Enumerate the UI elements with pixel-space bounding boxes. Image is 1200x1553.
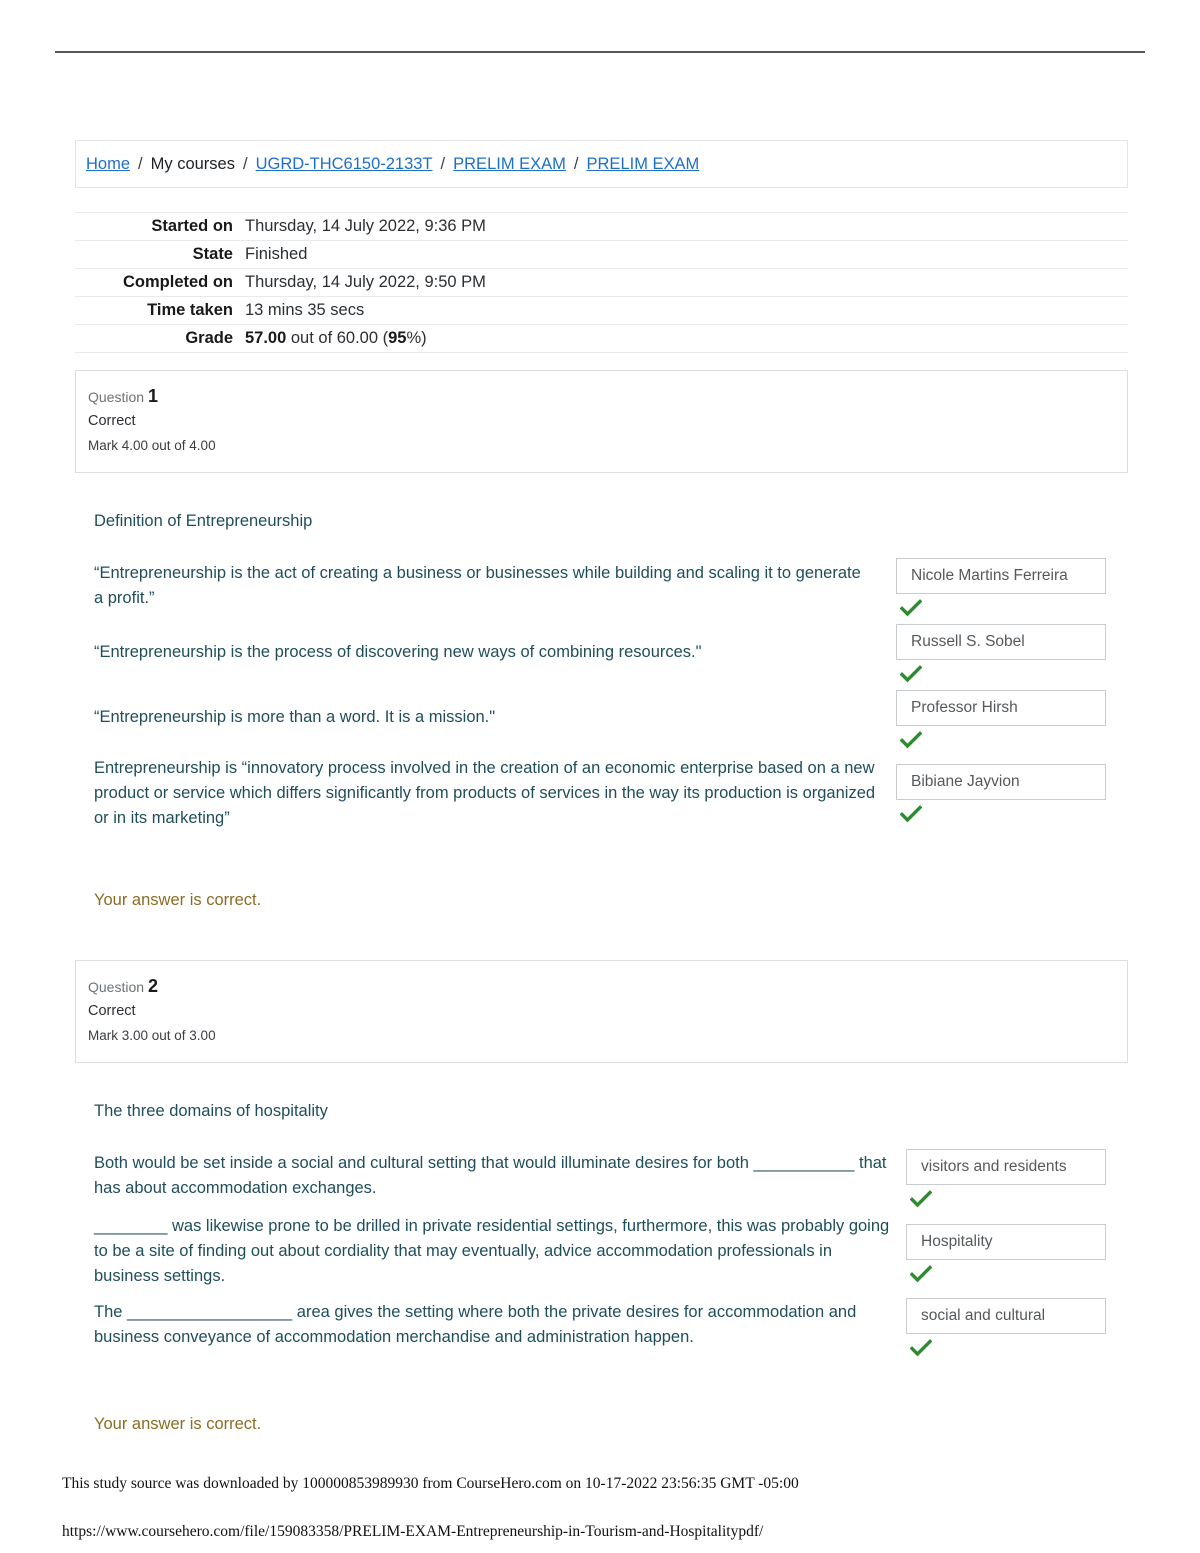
- question-1-feedback: Your answer is correct.: [94, 891, 262, 909]
- question-2-answer-slot-3: social and cultural: [906, 1298, 1106, 1357]
- correct-check-icon: [900, 805, 922, 823]
- summary-label-grade: Grade: [75, 324, 245, 353]
- question-1-statement-2: “Entrepreneurship is the process of disc…: [94, 643, 702, 661]
- table-row: Started on Thursday, 14 July 2022, 9:36 …: [75, 212, 1128, 241]
- breadcrumb-item-activity[interactable]: PRELIM EXAM: [453, 154, 566, 174]
- question-number-value: 1: [147, 386, 158, 406]
- correct-check-icon: [900, 599, 922, 617]
- table-row: Time taken 13 mins 35 secs: [75, 296, 1128, 325]
- download-notice: This study source was downloaded by 1000…: [62, 1475, 799, 1492]
- question-1-answer-slot-1: Nicole Martins Ferreira: [896, 558, 1106, 617]
- question-2-answer-select-1[interactable]: visitors and residents: [906, 1149, 1106, 1185]
- summary-value-time-taken: 13 mins 35 secs: [245, 296, 1128, 325]
- question-1-statement-4: Entrepreneurship is “innovatory process …: [94, 759, 876, 827]
- correct-check-icon: [900, 665, 922, 683]
- attempt-summary-table: Started on Thursday, 14 July 2022, 9:36 …: [75, 212, 1128, 353]
- breadcrumb: Home / My courses / UGRD-THC6150-2133T /…: [75, 140, 1128, 188]
- question-2-statement-2: ________ was likewise prone to be drille…: [94, 1217, 890, 1285]
- question-1-answer-slot-2: Russell S. Sobel: [896, 624, 1106, 683]
- question-2-state: Correct: [88, 1003, 136, 1019]
- summary-label-started-on: Started on: [75, 212, 245, 241]
- summary-value-completed-on: Thursday, 14 July 2022, 9:50 PM: [245, 268, 1128, 297]
- table-row: Grade 57.00 out of 60.00 (95%): [75, 324, 1128, 353]
- question-1-mark: Mark 4.00 out of 4.00: [88, 438, 216, 453]
- question-2-header: Question 2 Correct Mark 3.00 out of 3.00: [75, 960, 1128, 1063]
- question-1-statement-1: “Entrepreneurship is the act of creating…: [94, 564, 861, 607]
- summary-label-completed-on: Completed on: [75, 268, 245, 297]
- question-1-statement-3: “Entrepreneurship is more than a word. I…: [94, 708, 496, 726]
- correct-check-icon: [910, 1339, 932, 1357]
- question-2-answer-slot-2: Hospitality: [906, 1224, 1106, 1283]
- question-1-answer-select-2[interactable]: Russell S. Sobel: [896, 624, 1106, 660]
- question-1-answer-slot-3: Professor Hirsh: [896, 690, 1106, 749]
- source-url: https://www.coursehero.com/file/15908335…: [62, 1523, 764, 1540]
- question-2-mark: Mark 3.00 out of 3.00: [88, 1028, 216, 1043]
- summary-label-state: State: [75, 240, 245, 269]
- summary-value-started-on: Thursday, 14 July 2022, 9:36 PM: [245, 212, 1128, 241]
- question-1-answer-select-3[interactable]: Professor Hirsh: [896, 690, 1106, 726]
- question-1-body: Definition of Entrepreneurship: [94, 510, 884, 532]
- summary-label-time-taken: Time taken: [75, 296, 245, 325]
- breadcrumb-separator: /: [138, 154, 143, 173]
- breadcrumb-separator: /: [573, 154, 579, 173]
- question-2-statement-1: Both would be set inside a social and cu…: [94, 1154, 887, 1197]
- question-2-statement-3: The __________________ area gives the se…: [94, 1303, 857, 1346]
- page-top-divider: [55, 51, 1145, 53]
- grade-tail: %): [406, 329, 427, 347]
- breadcrumb-separator: /: [242, 154, 248, 173]
- breadcrumb-item-my-courses: My courses: [150, 155, 235, 173]
- question-number-label: Question: [88, 979, 145, 995]
- correct-check-icon: [910, 1265, 932, 1283]
- question-1-header: Question 1 Correct Mark 4.00 out of 4.00: [75, 370, 1128, 473]
- breadcrumb-item-attempt[interactable]: PRELIM EXAM: [587, 154, 700, 174]
- question-2-body: The three domains of hospitality: [94, 1100, 884, 1122]
- correct-check-icon: [910, 1190, 932, 1208]
- breadcrumb-item-course[interactable]: UGRD-THC6150-2133T: [256, 154, 433, 174]
- grade-score: 57.00: [245, 329, 287, 347]
- table-row: State Finished: [75, 240, 1128, 269]
- question-1-answer-select-1[interactable]: Nicole Martins Ferreira: [896, 558, 1106, 594]
- breadcrumb-item-home[interactable]: Home: [86, 154, 130, 174]
- summary-value-state: Finished: [245, 240, 1128, 269]
- question-1-state: Correct: [88, 413, 136, 429]
- correct-check-icon: [900, 731, 922, 749]
- breadcrumb-separator: /: [440, 154, 446, 173]
- question-number-value: 2: [147, 976, 158, 996]
- question-1-number: Question 1: [88, 385, 1127, 408]
- question-2-answer-select-2[interactable]: Hospitality: [906, 1224, 1106, 1260]
- question-2-feedback: Your answer is correct.: [94, 1415, 262, 1433]
- question-1-answer-slot-4: Bibiane Jayvion: [896, 764, 1106, 823]
- question-2-answer-select-3[interactable]: social and cultural: [906, 1298, 1106, 1334]
- grade-percent: 95: [388, 329, 407, 347]
- question-1-title: Definition of Entrepreneurship: [94, 512, 313, 530]
- question-2-title: The three domains of hospitality: [94, 1102, 328, 1120]
- grade-middle: out of 60.00 (: [286, 329, 389, 347]
- question-1-answer-select-4[interactable]: Bibiane Jayvion: [896, 764, 1106, 800]
- summary-value-grade: 57.00 out of 60.00 (95%): [245, 324, 1128, 353]
- question-2-answer-slot-1: visitors and residents: [906, 1149, 1106, 1208]
- table-row: Completed on Thursday, 14 July 2022, 9:5…: [75, 268, 1128, 297]
- question-number-label: Question: [88, 389, 145, 405]
- question-2-number: Question 2: [88, 975, 1127, 998]
